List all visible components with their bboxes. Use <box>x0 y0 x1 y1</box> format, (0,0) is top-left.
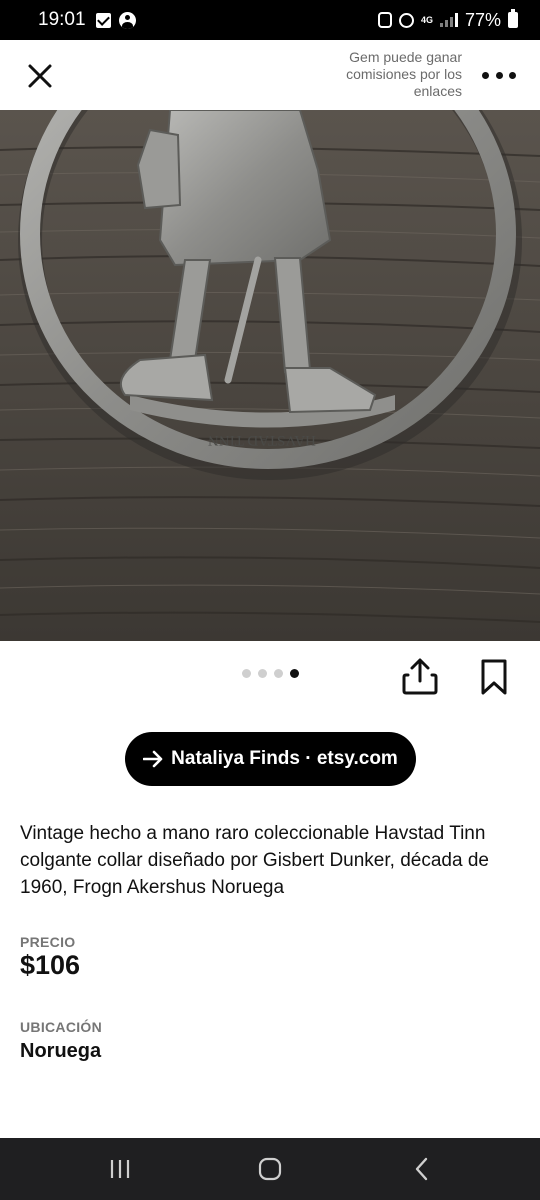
status-system-icons: 4G 77% <box>377 9 518 31</box>
price-value: $106 <box>20 950 81 980</box>
account-notification-icon <box>118 11 136 29</box>
pin-header: Gem puede ganar comisiones por los enlac… <box>0 40 540 110</box>
more-options-icon <box>482 71 489 79</box>
carousel-dot[interactable] <box>242 669 251 678</box>
recycle-icon <box>377 12 392 28</box>
arrow-right-icon <box>143 750 163 768</box>
share-icon <box>402 658 438 695</box>
signal-icon <box>439 13 458 27</box>
engraving-text: HAVSTAD TINN <box>208 432 316 448</box>
price-label: PRECIO <box>20 934 76 950</box>
carousel-indicator <box>242 669 299 678</box>
battery-icon <box>508 9 518 28</box>
more-options-button[interactable] <box>482 62 516 88</box>
location-value: Noruega <box>20 1040 102 1062</box>
back-button[interactable] <box>402 1152 442 1186</box>
status-notification-icons <box>95 11 136 29</box>
bookmark-icon <box>481 659 507 695</box>
status-bar: 19:01 4G 77% <box>0 0 540 40</box>
close-button[interactable] <box>22 58 58 94</box>
recent-apps-icon <box>110 1160 130 1178</box>
pin-action-row <box>0 641 540 719</box>
home-icon <box>258 1157 282 1181</box>
pendant-photo: HAVSTAD TINN <box>0 110 540 641</box>
source-link-button[interactable]: Nataliya Finds · etsy.com <box>125 732 416 786</box>
share-button[interactable] <box>400 657 440 697</box>
network-type: 4G <box>420 14 433 25</box>
recent-apps-button[interactable] <box>100 1152 140 1186</box>
carousel-dot[interactable] <box>258 669 267 678</box>
system-nav-bar <box>0 1138 540 1200</box>
close-icon <box>28 64 52 88</box>
carousel-dot[interactable] <box>274 669 283 678</box>
pin-image[interactable]: HAVSTAD TINN <box>0 110 540 641</box>
pin-description: Vintage hecho a mano raro coleccionable … <box>20 823 489 898</box>
battery-percent: 77% <box>464 9 501 30</box>
affiliate-note: Gem puede ganar comisiones por los enlac… <box>346 49 462 99</box>
checkbox-notification-icon <box>95 12 111 28</box>
carousel-dot-active[interactable] <box>290 669 299 678</box>
source-label: Nataliya Finds · etsy.com <box>171 748 398 769</box>
home-button[interactable] <box>250 1152 290 1186</box>
back-icon <box>415 1157 428 1181</box>
save-button[interactable] <box>476 657 512 697</box>
alarm-icon <box>398 12 414 28</box>
location-label: UBICACIÓN <box>20 1019 103 1035</box>
status-time: 19:01 <box>38 9 86 30</box>
